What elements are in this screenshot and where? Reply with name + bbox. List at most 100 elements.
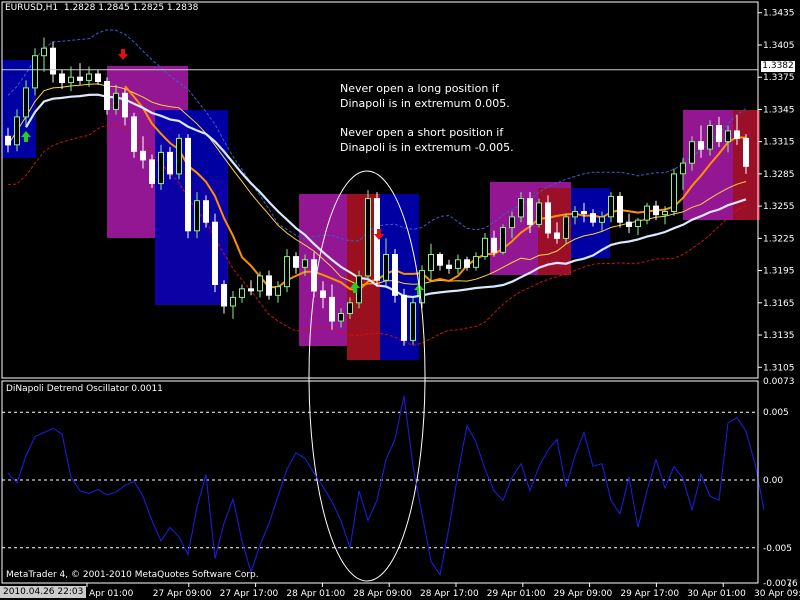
candle-body: [248, 288, 254, 292]
candle-body: [68, 76, 74, 84]
candle-body: [14, 116, 20, 146]
candle-body: [293, 256, 299, 268]
candle-body: [644, 205, 650, 221]
candle-body: [176, 137, 182, 175]
time-tick-label: 29 Apr 01:00: [487, 589, 546, 599]
candle-body: [158, 151, 164, 185]
price-tick-label: 1.3435: [763, 9, 795, 19]
zone-box: [299, 194, 347, 346]
candle-body: [608, 195, 614, 218]
candle-body: [671, 173, 677, 212]
oscillator-tick-label: -0.005: [763, 544, 792, 554]
candle-body: [410, 302, 416, 341]
candle-body: [464, 259, 470, 268]
candle-body: [635, 219, 641, 228]
candle-body: [239, 288, 245, 298]
price-tick-label: 1.3135: [763, 331, 795, 341]
candle-body: [275, 286, 281, 296]
candle-body: [113, 92, 119, 110]
copyright-text: MetaTrader 4, © 2001-2010 MetaQuotes Sof…: [6, 570, 259, 580]
current-price-label: 1.3382: [761, 61, 795, 72]
candle-body: [221, 284, 227, 307]
oscillator-tick-label: 0.0073: [763, 377, 795, 387]
candle-body: [662, 211, 668, 216]
cursor-time-label: 2010.04.26 22:03: [0, 586, 87, 598]
candle-body: [527, 198, 533, 225]
time-tick-label: 27 Apr 17:00: [220, 589, 279, 599]
candle-body: [653, 205, 659, 216]
time-tick-label: 28 Apr 09:00: [353, 589, 412, 599]
candle-body: [428, 254, 434, 272]
candle-body: [401, 294, 407, 341]
price-tick-label: 1.3105: [763, 363, 795, 373]
candle-body: [554, 232, 560, 239]
price-tick-label: 1.3345: [763, 105, 795, 115]
candle-body: [509, 216, 515, 229]
time-tick-label: 27 Apr 09:00: [153, 589, 212, 599]
candle-body: [572, 211, 578, 218]
price-tick-label: 1.3375: [763, 73, 795, 83]
annotation-line-4: Dinapoli is in extremum -0.005.: [340, 141, 514, 154]
price-tick-label: 1.3285: [763, 170, 795, 180]
price-tick-label: 1.3195: [763, 267, 795, 277]
chart-window[interactable]: 1.3435 1.3405 1.3375 1.3345 1.3315 1.3285 1.32…: [0, 0, 800, 600]
candle-body: [23, 87, 29, 118]
candle-body: [41, 47, 47, 57]
candle-body: [590, 213, 596, 223]
candle-body: [707, 125, 713, 150]
price-tick-label: 1.3315: [763, 138, 795, 148]
candle-body: [266, 275, 272, 296]
oscillator-tick-label: 0.005: [763, 408, 789, 418]
time-tick-label: 29 Apr 17:00: [620, 589, 679, 599]
candle-body: [203, 200, 209, 223]
candle-body: [329, 296, 335, 322]
candle-body: [680, 162, 686, 175]
ohlc-values: 1.2828 1.2845 1.2825 1.2838: [63, 3, 199, 13]
sell-arrow-icon: [118, 49, 128, 60]
candle-body: [689, 141, 695, 164]
price-tick-label: 1.3255: [763, 202, 795, 212]
candle-body: [581, 211, 587, 215]
candle-body: [104, 81, 110, 110]
candle-body: [500, 227, 506, 253]
candle-body: [338, 313, 344, 322]
oscillator-title: DiNapoli Detrend Oscillator 0.0011: [6, 384, 163, 394]
candle-body: [734, 130, 740, 139]
candle-body: [491, 237, 497, 253]
oscillator-tick-label: 0.00: [763, 476, 783, 486]
candle-body: [725, 130, 731, 143]
candle-body: [194, 200, 200, 232]
candle-body: [716, 125, 722, 143]
candle-body: [482, 237, 488, 258]
candle-body: [392, 254, 398, 296]
candle-body: [140, 150, 146, 161]
oscillator-tick-label: -0.0076: [763, 579, 798, 589]
annotation-short: Never open a short position if Dinapoli …: [340, 125, 514, 155]
candle-body: [743, 137, 749, 167]
annotation-line-2: Dinapoli is in extremum 0.005.: [340, 97, 510, 110]
candle-body: [95, 73, 101, 82]
candle-body: [383, 254, 389, 281]
time-tick-label: 29 Apr 09:00: [554, 589, 613, 599]
candle-body: [131, 116, 137, 152]
candle-body: [365, 198, 371, 277]
oscillator-line-layer: [2, 395, 765, 577]
candle-body: [563, 216, 569, 239]
candle-body: [284, 256, 290, 288]
candle-body: [545, 202, 551, 234]
candle-body: [311, 259, 317, 292]
annotation-line-3: Never open a short position if: [340, 126, 504, 139]
time-tick-label: Apr 01:00: [89, 589, 134, 599]
candle-body: [455, 259, 461, 269]
time-tick-label: 30 Apr 09:00: [754, 589, 800, 599]
candle-body: [185, 137, 191, 232]
oscillator-panel-frame: [1, 380, 759, 584]
annotation-long: Never open a long position if Dinapoli i…: [340, 81, 510, 111]
candle-body: [5, 135, 11, 146]
candle-body: [599, 216, 605, 223]
price-tick-label: 1.3165: [763, 299, 795, 309]
annotation-line-1: Never open a long position if: [340, 82, 499, 95]
candle-body: [257, 275, 263, 292]
candle-body: [473, 256, 479, 268]
candle-body: [32, 55, 38, 89]
